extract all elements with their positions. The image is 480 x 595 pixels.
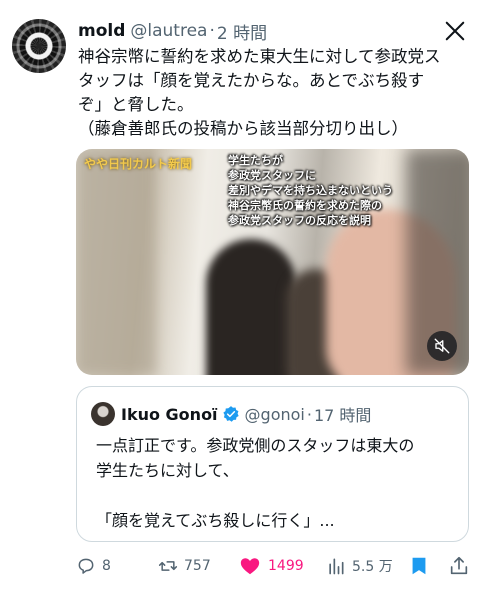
view-count: 5.5 万 <box>352 559 393 575</box>
tweet-text-line: 神谷宗幣に誓約を求めた東大生に対して参政党ス <box>78 47 441 66</box>
heart-filled-icon <box>240 558 260 575</box>
tweet-text-line: （藤倉善郎氏の投稿から該当部分切り出し） <box>78 119 408 138</box>
quoted-text-line: 学生たちに対して、 <box>96 461 239 480</box>
video-caption-line: 差別やデマを持ち込まないという <box>228 184 393 197</box>
reply-icon <box>78 558 94 574</box>
bookmark-button[interactable] <box>408 555 430 577</box>
tweet-text: 神谷宗幣に誓約を求めた東大生に対して参政党ス タッフは「顔を覚えたからな。あとで… <box>78 45 470 141</box>
author-avatar[interactable] <box>12 19 66 73</box>
quoted-tweet-timestamp: 17 時間 <box>313 406 372 425</box>
retweet-icon <box>158 561 178 571</box>
quoted-author-avatar <box>91 402 115 426</box>
mute-button[interactable] <box>427 331 457 361</box>
author-handle[interactable]: @lautrea <box>130 21 207 41</box>
quoted-text-line: 一点訂正です。参政党側のスタッフは東大の <box>96 436 415 455</box>
verified-badge-icon <box>222 406 239 422</box>
video-caption-line: 学生たちが <box>228 154 283 167</box>
quoted-tweet-text: 一点訂正です。参政党側のスタッフは東大の 学生たちに対して、 「顔を覚えてぶち殺… <box>96 433 456 533</box>
quoted-text-line: 「顔を覚えてぶち殺しに行く」... <box>96 511 335 530</box>
like-button[interactable]: 1499 <box>238 555 304 577</box>
quoted-tweet-header: Ikuo Gonoï @gonoi · 17 時間 <box>91 402 371 426</box>
video-caption-line: 参政党スタッフの反応を説明 <box>228 214 371 227</box>
bookmark-filled-icon <box>412 557 426 575</box>
reply-count: 8 <box>102 558 111 574</box>
tweet-timestamp[interactable]: 2 時間 <box>217 19 267 44</box>
video-frame-shape <box>76 149 156 375</box>
share-button[interactable] <box>448 555 470 577</box>
separator-dot: · <box>306 404 312 424</box>
author-name[interactable]: mold <box>78 21 125 41</box>
quoted-author-handle: @gonoi <box>244 404 305 424</box>
tweet-header: mold @lautrea · 2 時間 <box>78 18 466 44</box>
separator-dot: · <box>209 21 215 41</box>
reply-button[interactable]: 8 <box>76 556 111 576</box>
bar-chart-icon <box>329 558 344 575</box>
quoted-tweet[interactable]: Ikuo Gonoï @gonoi · 17 時間 一点訂正です。参政党側のスタ… <box>76 386 469 542</box>
video-caption-line: 参政党スタッフに <box>228 169 316 182</box>
video-watermark-label: やや日刊カルト新聞 <box>84 157 193 171</box>
tweet-text-line: ぞ」と脅した。 <box>78 95 194 114</box>
video-caption-line: 神谷宗幣氏の誓約を求めた際の <box>228 199 382 212</box>
views-button[interactable]: 5.5 万 <box>326 556 393 576</box>
x-logo-icon[interactable] <box>444 20 466 42</box>
like-count: 1499 <box>268 558 304 574</box>
share-icon <box>450 556 468 575</box>
video-frame-shape <box>206 239 296 375</box>
retweet-count: 757 <box>184 558 211 574</box>
video-caption: 学生たちが 参政党スタッフに 差別やデマを持ち込まないという 神谷宗幣氏の誓約を… <box>228 153 393 228</box>
video-player[interactable]: やや日刊カルト新聞 学生たちが 参政党スタッフに 差別やデマを持ち込まないという… <box>76 149 469 375</box>
retweet-button[interactable]: 757 <box>158 556 211 576</box>
speaker-muted-icon <box>434 338 450 354</box>
quoted-author-name: Ikuo Gonoï <box>121 404 218 424</box>
quoted-text-line <box>96 483 456 508</box>
tweet-actions: 8 757 1499 5.5 万 <box>76 553 472 579</box>
tweet-text-line: タッフは「顔を覚えたからな。あとでぶち殺す <box>78 71 425 90</box>
